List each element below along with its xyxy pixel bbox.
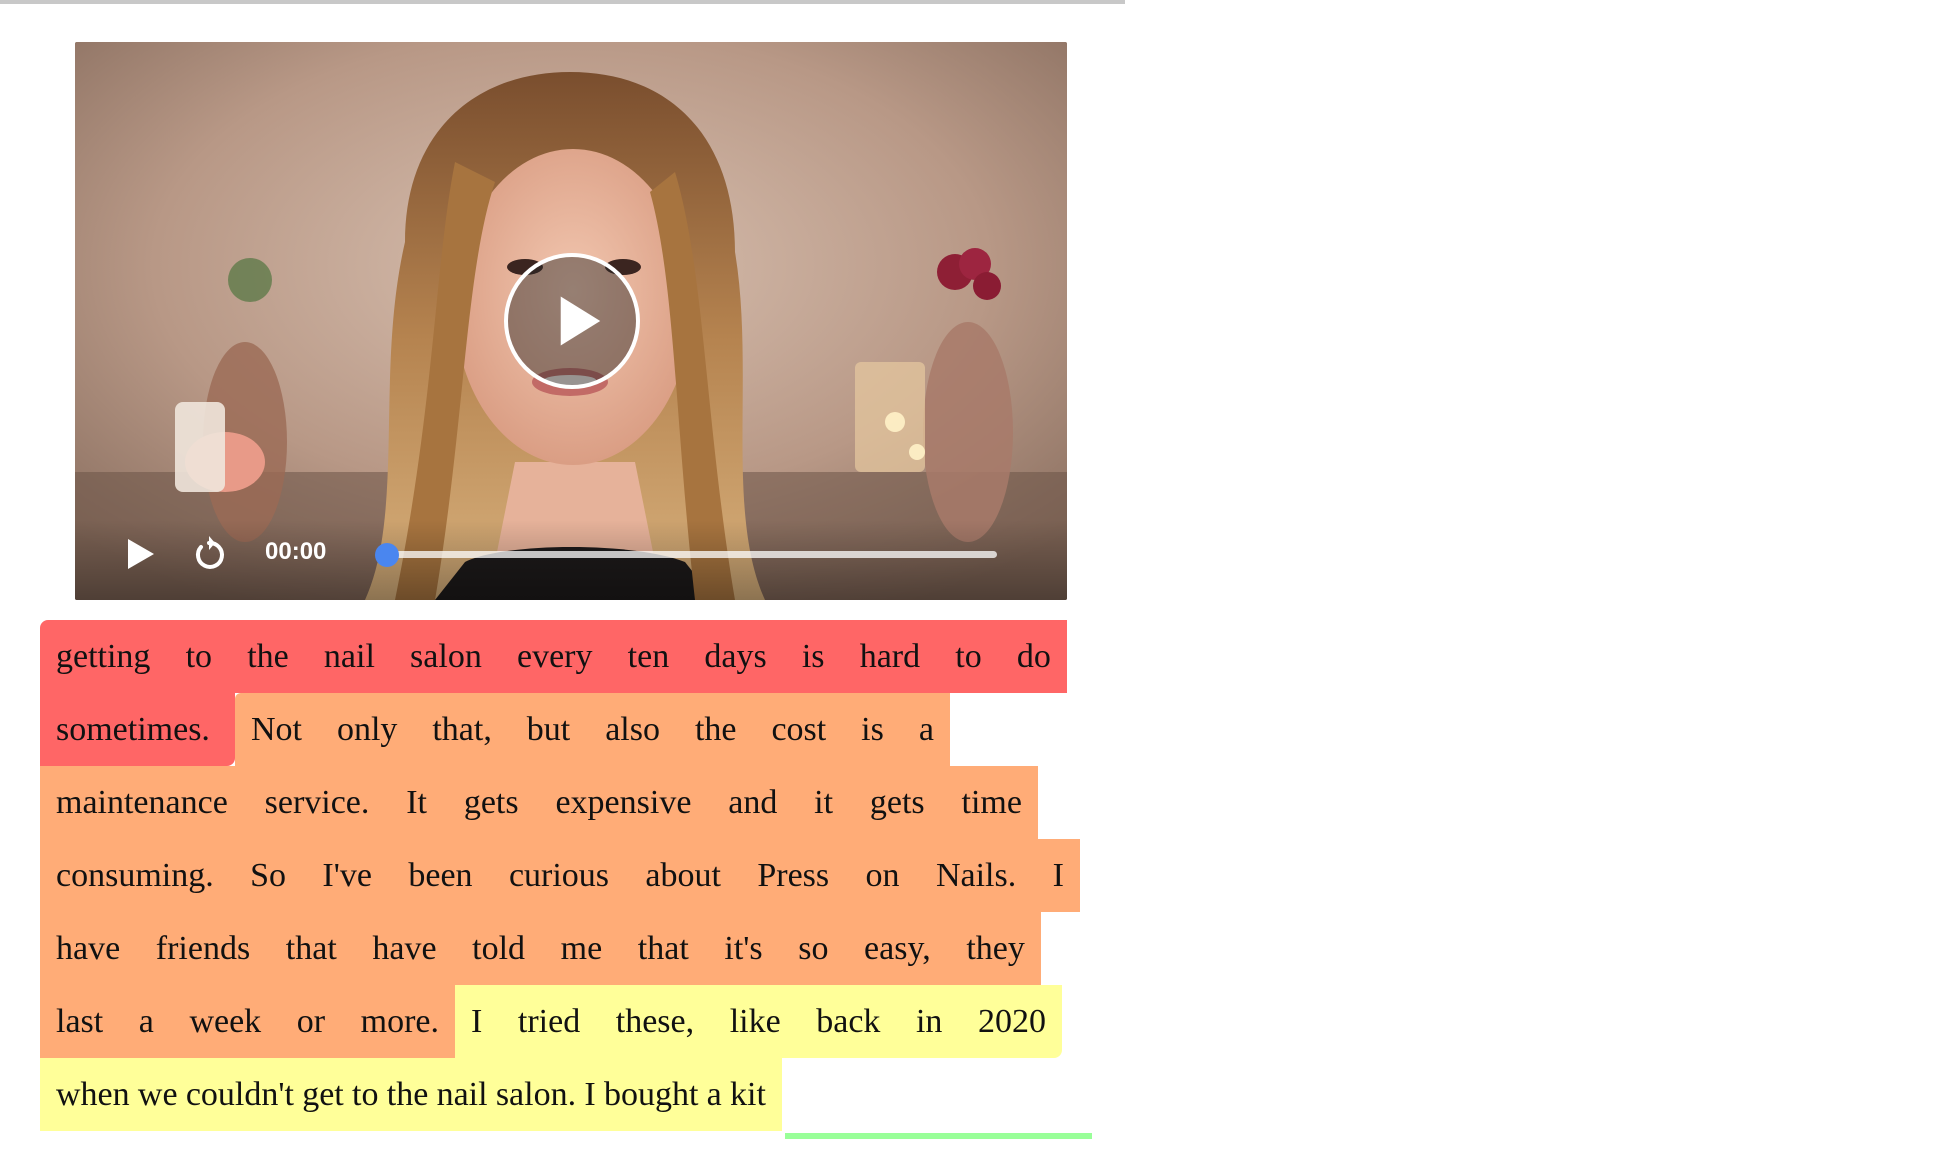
transcript-word[interactable]: nail <box>324 638 375 676</box>
transcript-word[interactable]: consuming. <box>56 857 214 895</box>
transcript-word[interactable]: gets <box>464 784 519 822</box>
transcript-word[interactable]: that, <box>432 711 491 749</box>
transcript-word[interactable]: to <box>955 638 981 676</box>
transcript-segment[interactable]: last a week or more. <box>40 985 455 1058</box>
transcript-word[interactable]: it <box>814 784 833 822</box>
transcript-word[interactable]: Nails. <box>936 857 1016 895</box>
transcript-word[interactable]: that <box>286 930 337 968</box>
transcript-segment[interactable]: Itried these, like back in 2020 <box>455 985 1062 1058</box>
transcript-word[interactable]: but <box>527 711 570 749</box>
transcript-word[interactable]: So <box>250 857 286 895</box>
transcript-word[interactable]: bought <box>604 1076 698 1114</box>
transcript-word[interactable]: curious <box>509 857 609 895</box>
transcript-word[interactable]: cost <box>771 711 826 749</box>
transcript-word[interactable]: to <box>186 638 212 676</box>
transcript-word[interactable]: do <box>1017 638 1051 676</box>
transcript-word[interactable]: have <box>56 930 120 968</box>
transcript-word[interactable]: told <box>472 930 525 968</box>
transcript-word[interactable]: days <box>704 638 766 676</box>
transcript-word[interactable]: getting <box>56 638 150 676</box>
control-bar: 00:00 <box>75 520 1067 600</box>
transcript-word[interactable]: easy, <box>864 930 931 968</box>
transcript-word[interactable]: when <box>56 1076 130 1114</box>
transcript-word[interactable]: I <box>471 1003 482 1041</box>
transcript-word[interactable]: to <box>352 1076 378 1114</box>
transcript-word[interactable]: last <box>56 1003 103 1041</box>
transcript-word[interactable]: like <box>730 1003 781 1041</box>
transcript-word[interactable]: have <box>372 930 436 968</box>
video-player[interactable]: 00:00 <box>75 42 1067 600</box>
transcript-word[interactable]: been <box>408 857 472 895</box>
transcript-word[interactable]: only <box>337 711 397 749</box>
transcript-word[interactable]: salon. <box>496 1076 576 1114</box>
replay-icon <box>195 536 224 569</box>
transcript-word[interactable]: about <box>645 857 721 895</box>
transcript-word[interactable]: or <box>297 1003 325 1041</box>
current-time: 00:00 <box>265 538 327 565</box>
transcript-segment[interactable]: Not only that, but also the cost is a <box>235 693 950 766</box>
transcript-word[interactable]: tried <box>518 1003 580 1041</box>
transcript-word[interactable]: Press <box>757 857 829 895</box>
transcript-word[interactable]: friends <box>156 930 250 968</box>
transcript-word[interactable]: week <box>189 1003 261 1041</box>
progress-handle[interactable] <box>375 542 399 567</box>
transcript-word[interactable]: sometimes. <box>56 711 210 749</box>
transcript-word[interactable]: so <box>798 930 828 968</box>
transcript-word[interactable]: gets <box>870 784 925 822</box>
transcript-word[interactable]: more. <box>361 1003 439 1041</box>
transcript-word[interactable]: hard <box>860 638 920 676</box>
play-button[interactable] <box>119 534 159 574</box>
transcript-segment[interactable] <box>785 1133 1092 1139</box>
transcript: getting to the nail salon every ten days is hard t… <box>40 620 1100 1140</box>
transcript-word[interactable]: also <box>605 711 660 749</box>
transcript-word[interactable]: salon <box>410 638 482 676</box>
transcript-word[interactable]: ten <box>628 638 670 676</box>
transcript-word[interactable]: it's <box>724 930 762 968</box>
transcript-word[interactable]: get <box>302 1076 344 1114</box>
transcript-word[interactable]: maintenance <box>56 784 228 822</box>
transcript-word[interactable]: a <box>707 1076 722 1114</box>
big-play-button[interactable] <box>504 253 640 389</box>
transcript-word[interactable]: me <box>561 930 603 968</box>
transcript-word[interactable]: a <box>139 1003 154 1041</box>
transcript-word[interactable]: 2020 <box>978 1003 1046 1041</box>
transcript-segment[interactable]: getting to the nail salon every ten days is hard t… <box>40 620 1067 693</box>
transcript-word[interactable]: the <box>695 711 737 749</box>
progress-bar[interactable] <box>375 542 997 567</box>
transcript-word[interactable]: they <box>966 930 1025 968</box>
transcript-segment[interactable]: have friends that have told me that it's so easy,… <box>40 912 1041 985</box>
play-icon <box>128 539 154 569</box>
transcript-word[interactable]: nail <box>437 1076 488 1114</box>
play-circle-icon <box>560 296 601 346</box>
transcript-word[interactable]: kit <box>730 1076 766 1114</box>
replay-button[interactable] <box>189 534 229 574</box>
transcript-word[interactable]: a <box>919 711 934 749</box>
transcript-segment[interactable]: maintenance service. It gets expensive and it g… <box>40 766 1038 839</box>
transcript-word[interactable]: every <box>517 638 593 676</box>
transcript-word[interactable]: time <box>962 784 1022 822</box>
transcript-word[interactable]: and <box>728 784 777 822</box>
transcript-word[interactable]: service. <box>265 784 370 822</box>
transcript-word[interactable]: It <box>406 784 427 822</box>
transcript-word[interactable]: in <box>916 1003 942 1041</box>
transcript-word[interactable]: the <box>247 638 289 676</box>
transcript-word[interactable]: is <box>861 711 884 749</box>
transcript-word[interactable]: I <box>1053 857 1064 895</box>
transcript-word[interactable]: I've <box>322 857 372 895</box>
transcript-word[interactable]: couldn't <box>186 1076 294 1114</box>
transcript-word[interactable]: I <box>584 1076 595 1114</box>
transcript-segment[interactable]: consuming. So I've been curious about Press on N… <box>40 839 1080 912</box>
transcript-word[interactable]: is <box>802 638 825 676</box>
transcript-word[interactable]: expensive <box>555 784 691 822</box>
transcript-segment[interactable]: sometimes. <box>40 693 235 766</box>
transcript-word[interactable]: Not <box>251 711 302 749</box>
transcript-word[interactable]: we <box>138 1076 178 1114</box>
transcript-word[interactable]: on <box>866 857 900 895</box>
transcript-word[interactable]: these, <box>616 1003 694 1041</box>
top-divider <box>0 0 1125 4</box>
transcript-word[interactable]: the <box>387 1076 429 1114</box>
transcript-word[interactable]: that <box>638 930 689 968</box>
transcript-segment[interactable]: when we couldn't get to the nail salon. Ibought a… <box>40 1058 782 1131</box>
transcript-word[interactable]: back <box>816 1003 880 1041</box>
